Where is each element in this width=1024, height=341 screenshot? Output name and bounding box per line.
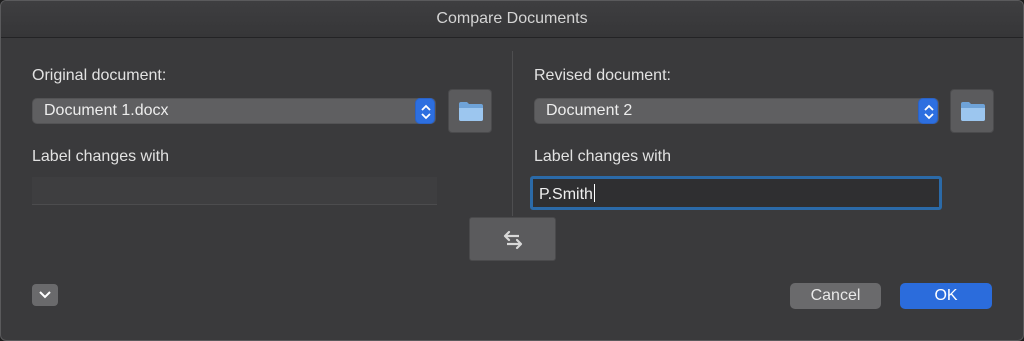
compare-documents-dialog: Compare Documents Original document: Doc… [0, 0, 1024, 341]
ok-button[interactable]: OK [900, 283, 992, 309]
up-down-chevron-icon [918, 98, 938, 124]
revised-document-value: Document 2 [546, 102, 633, 119]
original-document-heading: Original document: [32, 67, 167, 84]
original-document-value: Document 1.docx [44, 102, 169, 119]
revised-browse-button[interactable] [950, 89, 994, 133]
revised-document-select[interactable]: Document 2 [534, 98, 939, 124]
original-document-select[interactable]: Document 1.docx [32, 98, 436, 124]
cancel-button[interactable]: Cancel [790, 283, 881, 309]
swap-documents-button[interactable] [469, 217, 556, 261]
revised-label-changes-heading: Label changes with [534, 148, 671, 165]
more-options-button[interactable] [32, 284, 58, 306]
revised-label-value: P.Smith [539, 184, 595, 203]
original-label-changes-heading: Label changes with [32, 148, 169, 165]
title-bar[interactable]: Compare Documents [1, 1, 1023, 38]
column-divider [512, 51, 513, 216]
revised-document-heading: Revised document: [534, 67, 671, 84]
up-down-chevron-icon [415, 98, 435, 124]
revised-label-field[interactable]: P.Smith [530, 176, 942, 210]
original-browse-button[interactable] [448, 89, 492, 133]
dialog-title: Compare Documents [436, 10, 588, 27]
original-label-field[interactable] [32, 177, 437, 205]
